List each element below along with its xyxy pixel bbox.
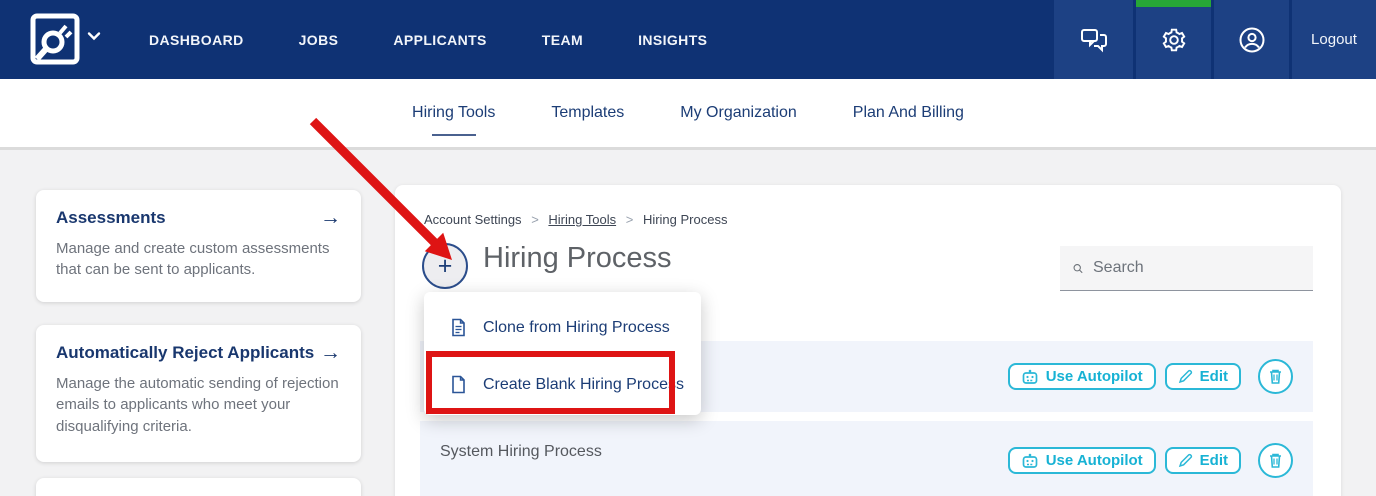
breadcrumb-separator: > <box>625 212 634 227</box>
settings-button[interactable] <box>1136 0 1211 79</box>
search-input[interactable] <box>1093 259 1300 277</box>
logout-label: Logout <box>1311 31 1357 48</box>
nav-item-insights[interactable]: INSIGHTS <box>638 32 707 48</box>
plus-icon: + <box>437 251 453 280</box>
card-auto-reject[interactable]: Automatically Reject Applicants → Manage… <box>36 325 361 462</box>
card-title: Automatically Reject Applicants <box>56 342 315 362</box>
trash-icon <box>1270 453 1281 468</box>
search-field[interactable] <box>1060 246 1313 291</box>
use-autopilot-label: Use Autopilot <box>1045 368 1143 385</box>
tab-plan-and-billing[interactable]: Plan And Billing <box>853 104 964 122</box>
edit-button[interactable]: Edit <box>1164 447 1241 474</box>
card-description: Manage and create custom assessments tha… <box>56 240 330 279</box>
robot-icon <box>1022 453 1038 468</box>
search-icon <box>1073 263 1083 273</box>
breadcrumb-hiring-tools[interactable]: Hiring Tools <box>548 212 616 227</box>
delete-button[interactable] <box>1258 359 1293 394</box>
active-tab-underline <box>431 134 476 136</box>
logout-button[interactable]: Logout <box>1292 0 1376 79</box>
gear-icon <box>1162 28 1185 51</box>
nav-item-dashboard[interactable]: DASHBOARD <box>149 32 244 48</box>
app-logo[interactable] <box>30 13 80 65</box>
arrow-right-icon[interactable]: → <box>320 342 341 363</box>
arrow-right-icon[interactable]: → <box>320 207 341 228</box>
robot-icon <box>1022 369 1038 384</box>
edit-button[interactable]: Edit <box>1164 363 1241 390</box>
add-hiring-process-button[interactable]: + <box>422 243 468 289</box>
add-process-dropdown: Clone from Hiring Process Create Blank H… <box>424 292 701 415</box>
messages-button[interactable] <box>1054 0 1133 79</box>
page-title: Hiring Process <box>483 242 672 274</box>
card-assessments[interactable]: Assessments → Manage and create custom a… <box>36 190 361 302</box>
document-blank-icon <box>452 375 465 394</box>
edit-label: Edit <box>1199 452 1228 469</box>
tab-label: Hiring Tools <box>412 104 496 121</box>
nav-item-team[interactable]: TEAM <box>542 32 583 48</box>
card-partial[interactable] <box>36 478 361 496</box>
breadcrumb-separator: > <box>531 212 539 227</box>
use-autopilot-label: Use Autopilot <box>1045 452 1143 469</box>
use-autopilot-button[interactable]: Use Autopilot <box>1007 447 1156 474</box>
menu-item-label: Clone from Hiring Process <box>483 318 670 336</box>
chevron-down-icon[interactable] <box>86 28 102 44</box>
nav-item-applicants[interactable]: APPLICANTS <box>393 32 486 48</box>
document-lines-icon <box>452 318 465 337</box>
use-autopilot-button[interactable]: Use Autopilot <box>1007 363 1156 390</box>
nav-right-sections: Logout <box>1054 0 1376 79</box>
settings-subnav: Hiring Tools Templates My Organization P… <box>0 79 1376 150</box>
pencil-icon <box>1178 453 1192 468</box>
tab-hiring-tools[interactable]: Hiring Tools <box>412 104 496 136</box>
tab-my-organization[interactable]: My Organization <box>680 104 797 122</box>
menu-item-label: Create Blank Hiring Process <box>483 375 684 393</box>
edit-label: Edit <box>1199 368 1228 385</box>
chat-icon <box>1080 28 1107 52</box>
breadcrumb-hiring-process: Hiring Process <box>642 212 728 227</box>
hiring-process-row[interactable]: System Hiring Process Use Autopilot Edit <box>420 421 1313 496</box>
trash-icon <box>1270 369 1281 384</box>
card-title: Assessments <box>56 207 166 227</box>
delete-button[interactable] <box>1258 443 1293 478</box>
breadcrumb: Account Settings > Hiring Tools > Hiring… <box>424 212 727 227</box>
menu-item-clone-hiring-process[interactable]: Clone from Hiring Process <box>424 299 701 356</box>
main-menu: DASHBOARD JOBS APPLICANTS TEAM INSIGHTS <box>149 0 707 79</box>
account-button[interactable] <box>1214 0 1289 79</box>
nav-item-jobs[interactable]: JOBS <box>299 32 339 48</box>
breadcrumb-account-settings[interactable]: Account Settings <box>424 212 522 227</box>
card-description: Manage the automatic sending of rejectio… <box>56 375 339 435</box>
menu-item-create-blank-hiring-process[interactable]: Create Blank Hiring Process <box>424 356 701 413</box>
account-icon <box>1239 27 1264 52</box>
active-section-indicator <box>1136 0 1211 7</box>
pencil-icon <box>1178 369 1192 384</box>
process-name: System Hiring Process <box>440 443 602 460</box>
tab-templates[interactable]: Templates <box>551 104 624 122</box>
logo-icon <box>30 13 80 65</box>
top-navigation-bar: DASHBOARD JOBS APPLICANTS TEAM INSIGHTS <box>0 0 1376 79</box>
